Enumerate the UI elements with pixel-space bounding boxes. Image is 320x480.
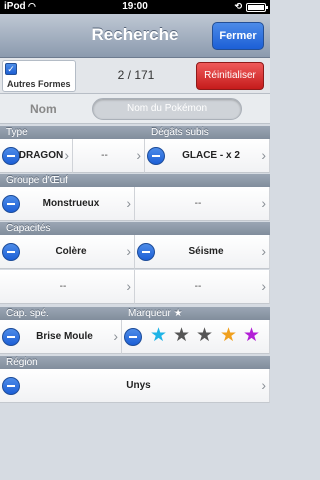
chevron-right-icon: ›: [64, 147, 69, 163]
damage-value: GLACE - x 2: [182, 150, 240, 161]
chevron-right-icon: ›: [126, 243, 131, 259]
chevron-right-icon: ›: [113, 328, 118, 344]
star-marker-icon[interactable]: ★: [150, 326, 167, 346]
chevron-right-icon: ›: [261, 243, 266, 259]
result-count: 2 / 171: [117, 68, 155, 82]
type1-filter[interactable]: DRAGON ›: [0, 139, 73, 173]
remove-ability2-icon[interactable]: [137, 243, 155, 261]
ability4-value: --: [194, 281, 202, 292]
ability2-filter[interactable]: Séisme ›: [135, 235, 270, 269]
special-ability-header: Cap. spé.: [0, 307, 122, 320]
star-marker-icon[interactable]: ★: [220, 326, 237, 346]
name-row: Nom Nom du Pokémon: [0, 94, 270, 124]
egg-group1-value: Monstrueux: [42, 198, 100, 209]
remove-marker-icon[interactable]: [124, 328, 142, 346]
chevron-right-icon: ›: [261, 195, 266, 211]
search-toolbar: ✓ Autres Formes 2 / 171 Réinitialiser: [0, 58, 270, 94]
star-marker-icon[interactable]: ★: [173, 326, 190, 346]
star-marker-icon[interactable]: ★: [196, 326, 213, 346]
ability2-value: Séisme: [188, 246, 224, 257]
type2-filter[interactable]: -- ›: [73, 139, 145, 173]
other-forms-label: Autres Formes: [7, 79, 71, 89]
remove-egg-group1-icon[interactable]: [2, 195, 20, 213]
ability3-filter[interactable]: -- ›: [0, 270, 135, 304]
reset-button[interactable]: Réinitialiser: [196, 62, 264, 90]
type1-value: DRAGON: [18, 150, 64, 161]
chevron-right-icon: ›: [126, 278, 131, 294]
remove-damage-icon[interactable]: [147, 147, 165, 165]
type-header: Type: [0, 126, 145, 139]
navigation-bar: Recherche Fermer: [0, 14, 270, 58]
ability4-filter[interactable]: -- ›: [135, 270, 270, 304]
egg-group-header: Groupe d'Œuf: [0, 174, 270, 187]
clock: 19:00: [122, 1, 148, 12]
special-ability-value: Brise Moule: [36, 331, 93, 342]
marker-filter[interactable]: ★ ★ ★ ★ ★: [122, 320, 270, 354]
chevron-right-icon: ›: [126, 195, 131, 211]
pokemon-name-input[interactable]: Nom du Pokémon: [92, 98, 242, 120]
ability1-filter[interactable]: Colère ›: [0, 235, 135, 269]
egg-group1-filter[interactable]: Monstrueux ›: [0, 187, 135, 221]
remove-ability1-icon[interactable]: [2, 243, 20, 261]
damage-header: Dégâts subis: [145, 126, 270, 139]
checkmark-icon[interactable]: ✓: [5, 63, 17, 75]
other-forms-toggle[interactable]: ✓ Autres Formes: [2, 60, 76, 92]
remove-special-ability-icon[interactable]: [2, 328, 20, 346]
chevron-right-icon: ›: [136, 147, 141, 163]
star-marker-icon[interactable]: ★: [243, 326, 260, 346]
region-header: Région: [0, 356, 270, 369]
egg-group2-value: --: [194, 198, 202, 209]
special-ability-filter[interactable]: Brise Moule ›: [0, 320, 122, 354]
close-button[interactable]: Fermer: [212, 22, 264, 50]
ability1-value: Colère: [55, 246, 87, 257]
egg-group2-filter[interactable]: -- ›: [135, 187, 270, 221]
name-label: Nom: [30, 102, 57, 116]
chevron-right-icon: ›: [261, 377, 266, 393]
ability3-value: --: [59, 281, 67, 292]
battery-icon: [246, 3, 268, 12]
chevron-right-icon: ›: [261, 278, 266, 294]
status-bar: iPod ◠ 19:00 ⟲: [0, 0, 270, 14]
abilities-header: Capacités: [0, 222, 270, 235]
chevron-right-icon: ›: [261, 147, 266, 163]
damage-filter[interactable]: GLACE - x 2 ›: [145, 139, 270, 173]
remove-region-icon[interactable]: [2, 377, 20, 395]
region-filter[interactable]: Unys ›: [0, 369, 270, 403]
marker-header: Marqueur ★: [122, 307, 270, 320]
region-value: Unys: [126, 380, 151, 391]
type2-value: --: [101, 150, 108, 161]
rotation-lock-icon: ⟲: [234, 1, 242, 11]
